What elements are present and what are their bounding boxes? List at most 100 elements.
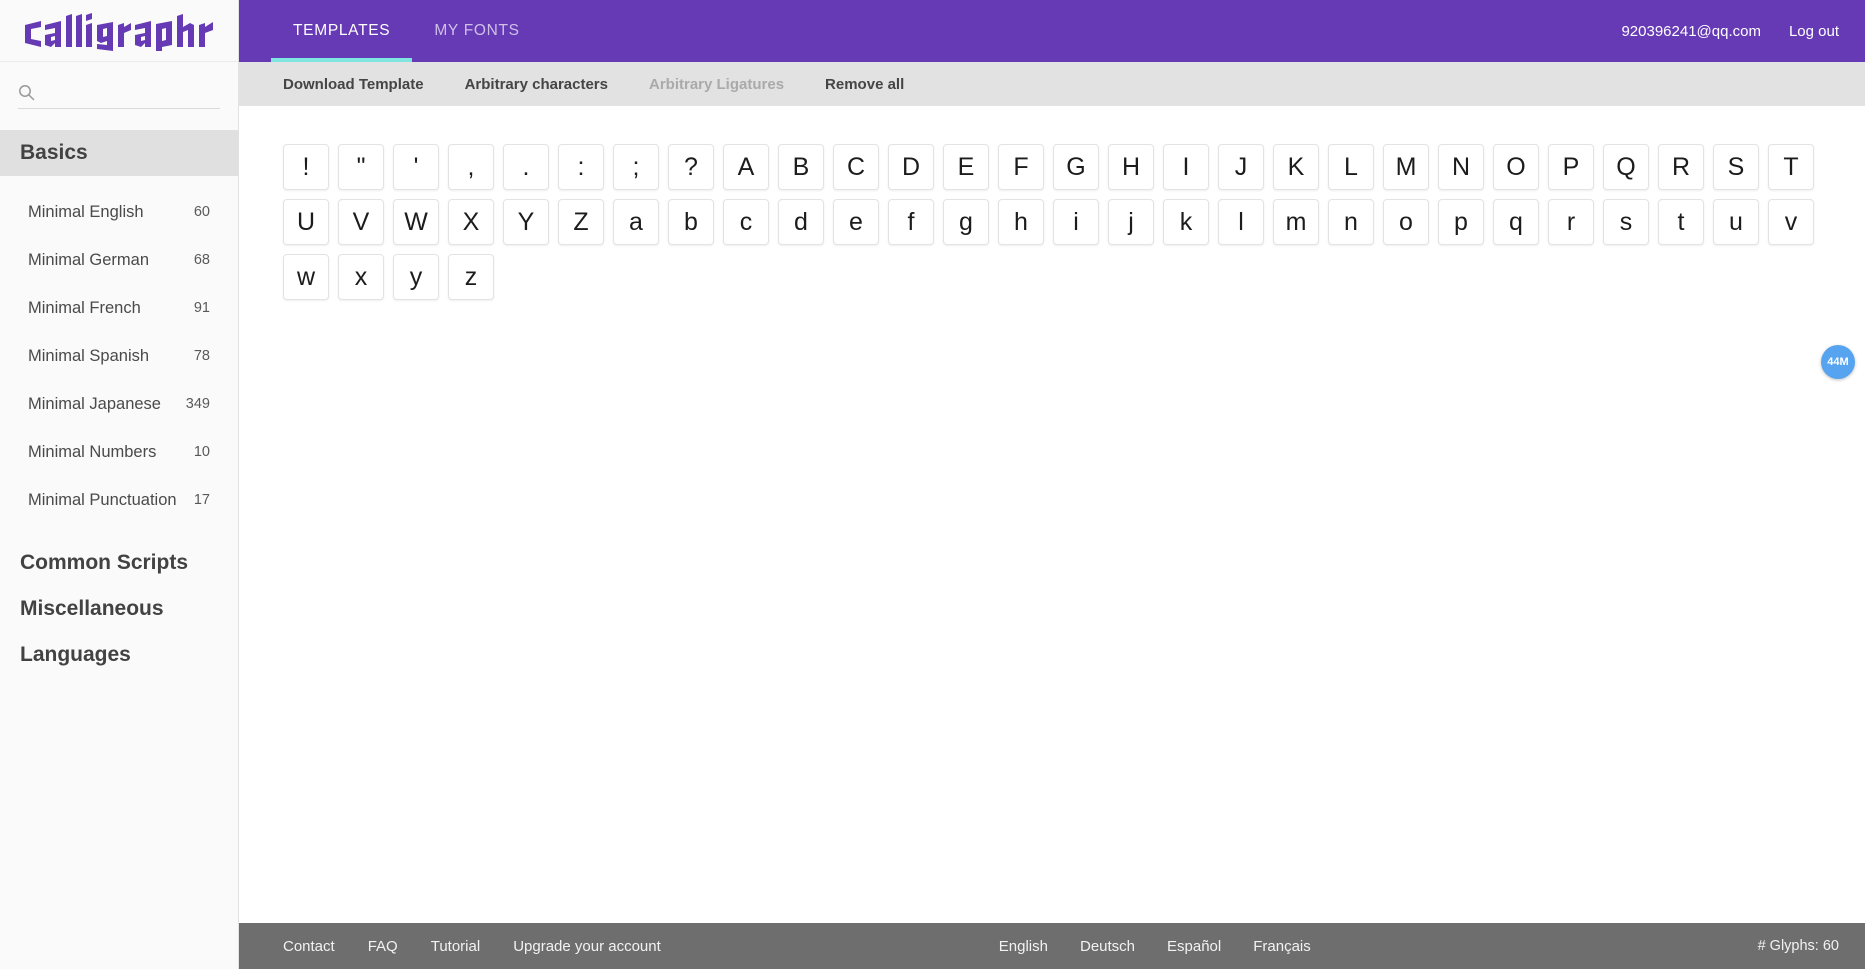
footer-language-deutsch[interactable]: Deutsch: [1080, 938, 1135, 955]
glyph-tile[interactable]: G: [1053, 144, 1099, 190]
glyph-tile[interactable]: E: [943, 144, 989, 190]
glyph-tile[interactable]: ?: [668, 144, 714, 190]
logout-button[interactable]: Log out: [1789, 23, 1839, 40]
glyph-tile[interactable]: !: [283, 144, 329, 190]
footer-language-francais[interactable]: Français: [1253, 938, 1311, 955]
glyph-tile[interactable]: P: [1548, 144, 1594, 190]
glyph-tile[interactable]: q: [1493, 199, 1539, 245]
glyph-tile[interactable]: o: [1383, 199, 1429, 245]
tab-my-fonts[interactable]: MY FONTS: [412, 0, 541, 62]
sidebar-group-basics-label: Basics: [20, 141, 88, 165]
glyph-tile[interactable]: m: [1273, 199, 1319, 245]
sidebar-group-miscellaneous[interactable]: Miscellaneous: [0, 586, 238, 632]
sidebar-item-minimal-punctuation[interactable]: Minimal Punctuation 17: [0, 476, 238, 524]
sidebar-item-label: Minimal English: [28, 203, 144, 222]
glyph-tile[interactable]: :: [558, 144, 604, 190]
sidebar-group-languages[interactable]: Languages: [0, 632, 238, 678]
glyph-tile[interactable]: t: [1658, 199, 1704, 245]
arbitrary-characters-button[interactable]: Arbitrary characters: [465, 76, 608, 93]
sidebar-item-count: 91: [194, 300, 210, 316]
glyph-tile[interactable]: O: [1493, 144, 1539, 190]
glyph-tile[interactable]: h: [998, 199, 1044, 245]
glyph-tile[interactable]: A: [723, 144, 769, 190]
account-email[interactable]: 920396241@qq.com: [1621, 23, 1761, 40]
sidebar-group-miscellaneous-label: Miscellaneous: [20, 597, 164, 621]
glyph-tile[interactable]: ;: [613, 144, 659, 190]
glyph-tile[interactable]: Z: [558, 199, 604, 245]
sidebar-item-minimal-german[interactable]: Minimal German 68: [0, 236, 238, 284]
glyph-tile[interactable]: S: [1713, 144, 1759, 190]
sidebar-item-minimal-english[interactable]: Minimal English 60: [0, 188, 238, 236]
footer-link-tutorial[interactable]: Tutorial: [431, 938, 480, 955]
glyph-tile[interactable]: a: [613, 199, 659, 245]
sidebar-item-minimal-spanish[interactable]: Minimal Spanish 78: [0, 332, 238, 380]
glyph-tile[interactable]: l: [1218, 199, 1264, 245]
tab-my-fonts-label: MY FONTS: [434, 22, 519, 40]
chat-badge-icon[interactable]: 44M: [1821, 345, 1855, 379]
glyph-tile[interactable]: Q: [1603, 144, 1649, 190]
glyph-tile[interactable]: L: [1328, 144, 1374, 190]
glyph-tile[interactable]: W: [393, 199, 439, 245]
glyph-tile[interactable]: j: [1108, 199, 1154, 245]
remove-all-button[interactable]: Remove all: [825, 76, 904, 93]
search-box[interactable]: [18, 84, 220, 109]
glyph-tile[interactable]: F: [998, 144, 1044, 190]
glyph-tile[interactable]: ': [393, 144, 439, 190]
glyph-tile[interactable]: c: [723, 199, 769, 245]
glyph-tile[interactable]: g: [943, 199, 989, 245]
glyph-tile[interactable]: N: [1438, 144, 1484, 190]
download-template-button[interactable]: Download Template: [283, 76, 424, 93]
glyph-tile[interactable]: i: [1053, 199, 1099, 245]
glyph-tile[interactable]: Y: [503, 199, 549, 245]
sidebar-item-label: Minimal French: [28, 299, 141, 318]
glyph-tile[interactable]: r: [1548, 199, 1594, 245]
glyph-tile[interactable]: I: [1163, 144, 1209, 190]
glyph-tile[interactable]: f: [888, 199, 934, 245]
glyph-tile[interactable]: s: [1603, 199, 1649, 245]
sidebar-item-minimal-japanese[interactable]: Minimal Japanese 349: [0, 380, 238, 428]
sidebar: Basics Minimal English 60 Minimal German…: [0, 0, 239, 969]
sidebar-item-minimal-numbers[interactable]: Minimal Numbers 10: [0, 428, 238, 476]
glyph-tile[interactable]: ,: [448, 144, 494, 190]
glyph-tile[interactable]: V: [338, 199, 384, 245]
glyph-tile[interactable]: T: [1768, 144, 1814, 190]
tab-templates[interactable]: TEMPLATES: [271, 0, 412, 62]
sidebar-item-minimal-french[interactable]: Minimal French 91: [0, 284, 238, 332]
glyph-tile[interactable]: e: [833, 199, 879, 245]
glyph-tile[interactable]: ": [338, 144, 384, 190]
glyph-tile[interactable]: M: [1383, 144, 1429, 190]
search-input[interactable]: [44, 84, 220, 100]
glyph-tile[interactable]: p: [1438, 199, 1484, 245]
glyph-tile[interactable]: H: [1108, 144, 1154, 190]
sidebar-item-count: 349: [186, 396, 210, 412]
glyph-tile[interactable]: R: [1658, 144, 1704, 190]
glyph-tile[interactable]: z: [448, 254, 494, 300]
glyph-tile[interactable]: b: [668, 199, 714, 245]
footer-language-espanol[interactable]: Español: [1167, 938, 1221, 955]
glyph-tile[interactable]: D: [888, 144, 934, 190]
glyph-tile[interactable]: .: [503, 144, 549, 190]
glyph-tile[interactable]: n: [1328, 199, 1374, 245]
glyph-tile[interactable]: K: [1273, 144, 1319, 190]
footer-bar: Contact FAQ Tutorial Upgrade your accoun…: [239, 923, 1865, 969]
glyph-tile[interactable]: u: [1713, 199, 1759, 245]
footer-link-faq[interactable]: FAQ: [368, 938, 398, 955]
glyph-tile[interactable]: v: [1768, 199, 1814, 245]
sidebar-group-common-scripts[interactable]: Common Scripts: [0, 540, 238, 586]
glyph-tile[interactable]: J: [1218, 144, 1264, 190]
glyph-tile[interactable]: B: [778, 144, 824, 190]
glyph-tile[interactable]: d: [778, 199, 824, 245]
glyph-tile[interactable]: k: [1163, 199, 1209, 245]
glyph-tile[interactable]: y: [393, 254, 439, 300]
footer-language-english[interactable]: English: [999, 938, 1048, 955]
glyph-tile[interactable]: x: [338, 254, 384, 300]
footer-link-contact[interactable]: Contact: [283, 938, 335, 955]
glyph-tile[interactable]: X: [448, 199, 494, 245]
glyph-tile[interactable]: w: [283, 254, 329, 300]
brand-logo[interactable]: [0, 0, 238, 62]
glyph-count-label: # Glyphs: 60: [1758, 938, 1839, 954]
sidebar-group-basics[interactable]: Basics: [0, 130, 238, 176]
footer-link-upgrade-account[interactable]: Upgrade your account: [513, 938, 661, 955]
glyph-tile[interactable]: C: [833, 144, 879, 190]
glyph-tile[interactable]: U: [283, 199, 329, 245]
